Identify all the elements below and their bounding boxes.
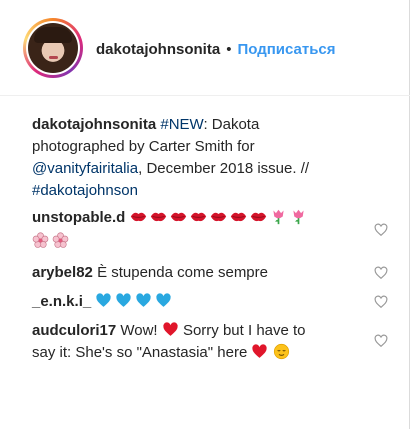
like-comment-heart-icon[interactable] (374, 295, 388, 309)
separator-dot: • (226, 40, 232, 58)
follow-button[interactable]: Подписаться (237, 41, 335, 58)
tulip-icon (292, 209, 304, 225)
comment-text: È stupenda come sempre (97, 264, 268, 281)
emoji-group (95, 292, 172, 309)
red-heart-icon (163, 322, 178, 336)
lips-icon (130, 212, 146, 222)
cherry-blossom-icon (32, 232, 49, 248)
red-heart-icon (252, 344, 268, 358)
header-row: dakotajohnsonita • Подписаться (96, 38, 336, 60)
blue-heart-icon (156, 293, 172, 307)
comment-text: Wow! (120, 322, 158, 339)
like-comment-heart-icon[interactable] (374, 266, 388, 280)
relieved-face-icon (273, 343, 289, 360)
lips-icon (210, 212, 226, 222)
comment-item: unstopable.d (32, 206, 372, 254)
emoji-group (130, 208, 307, 225)
post-panel: dakotajohnsonita • Подписаться dakotajoh… (0, 0, 410, 429)
lips-icon (170, 212, 186, 222)
comment-username[interactable]: unstopable.d (32, 209, 125, 226)
like-comment-heart-icon[interactable] (374, 223, 388, 237)
cherry-blossom-icon (52, 232, 69, 248)
like-comment-heart-icon[interactable] (374, 334, 388, 348)
caption-text: , December 2018 issue. // (138, 160, 310, 177)
comment-text: say it: She's so "Anastasia" here (32, 344, 248, 361)
hashtag-new[interactable]: #NEW (160, 116, 203, 133)
lips-icon (250, 212, 266, 222)
caption-text: : Dakota (203, 116, 260, 133)
lips-icon (230, 212, 246, 222)
comment-item: _e.n.k.i_ (32, 291, 372, 313)
author-username[interactable]: dakotajohnsonita (96, 41, 220, 58)
comment-text: Sorry but I have to (182, 322, 306, 339)
emoji-group (32, 232, 69, 249)
caption-username[interactable]: dakotajohnsonita (32, 116, 156, 133)
story-ring[interactable] (23, 18, 83, 78)
tulip-icon (272, 209, 284, 225)
caption-text: photographed by Carter Smith for (32, 138, 255, 155)
hashtag-dakotajohnson[interactable]: #dakotajohnson (32, 182, 138, 199)
caption: dakotajohnsonita #NEW: Dakota photograph… (32, 114, 372, 202)
comment-username[interactable]: _e.n.k.i_ (32, 293, 91, 310)
post-header: dakotajohnsonita • Подписаться (0, 0, 410, 96)
mention-vanityfairitalia[interactable]: @vanityfairitalia (32, 160, 138, 177)
comment-username[interactable]: audculori17 (32, 322, 116, 339)
avatar[interactable] (28, 23, 78, 73)
lips-icon (150, 212, 166, 222)
comment-username[interactable]: arybel82 (32, 264, 93, 281)
blue-heart-icon (136, 293, 152, 307)
comment-item: arybel82 È stupenda come sempre (32, 262, 372, 284)
blue-heart-icon (116, 293, 132, 307)
blue-heart-icon (96, 293, 112, 307)
comment-item: audculori17 Wow! Sorry but I have to say… (32, 320, 372, 364)
lips-icon (190, 212, 206, 222)
